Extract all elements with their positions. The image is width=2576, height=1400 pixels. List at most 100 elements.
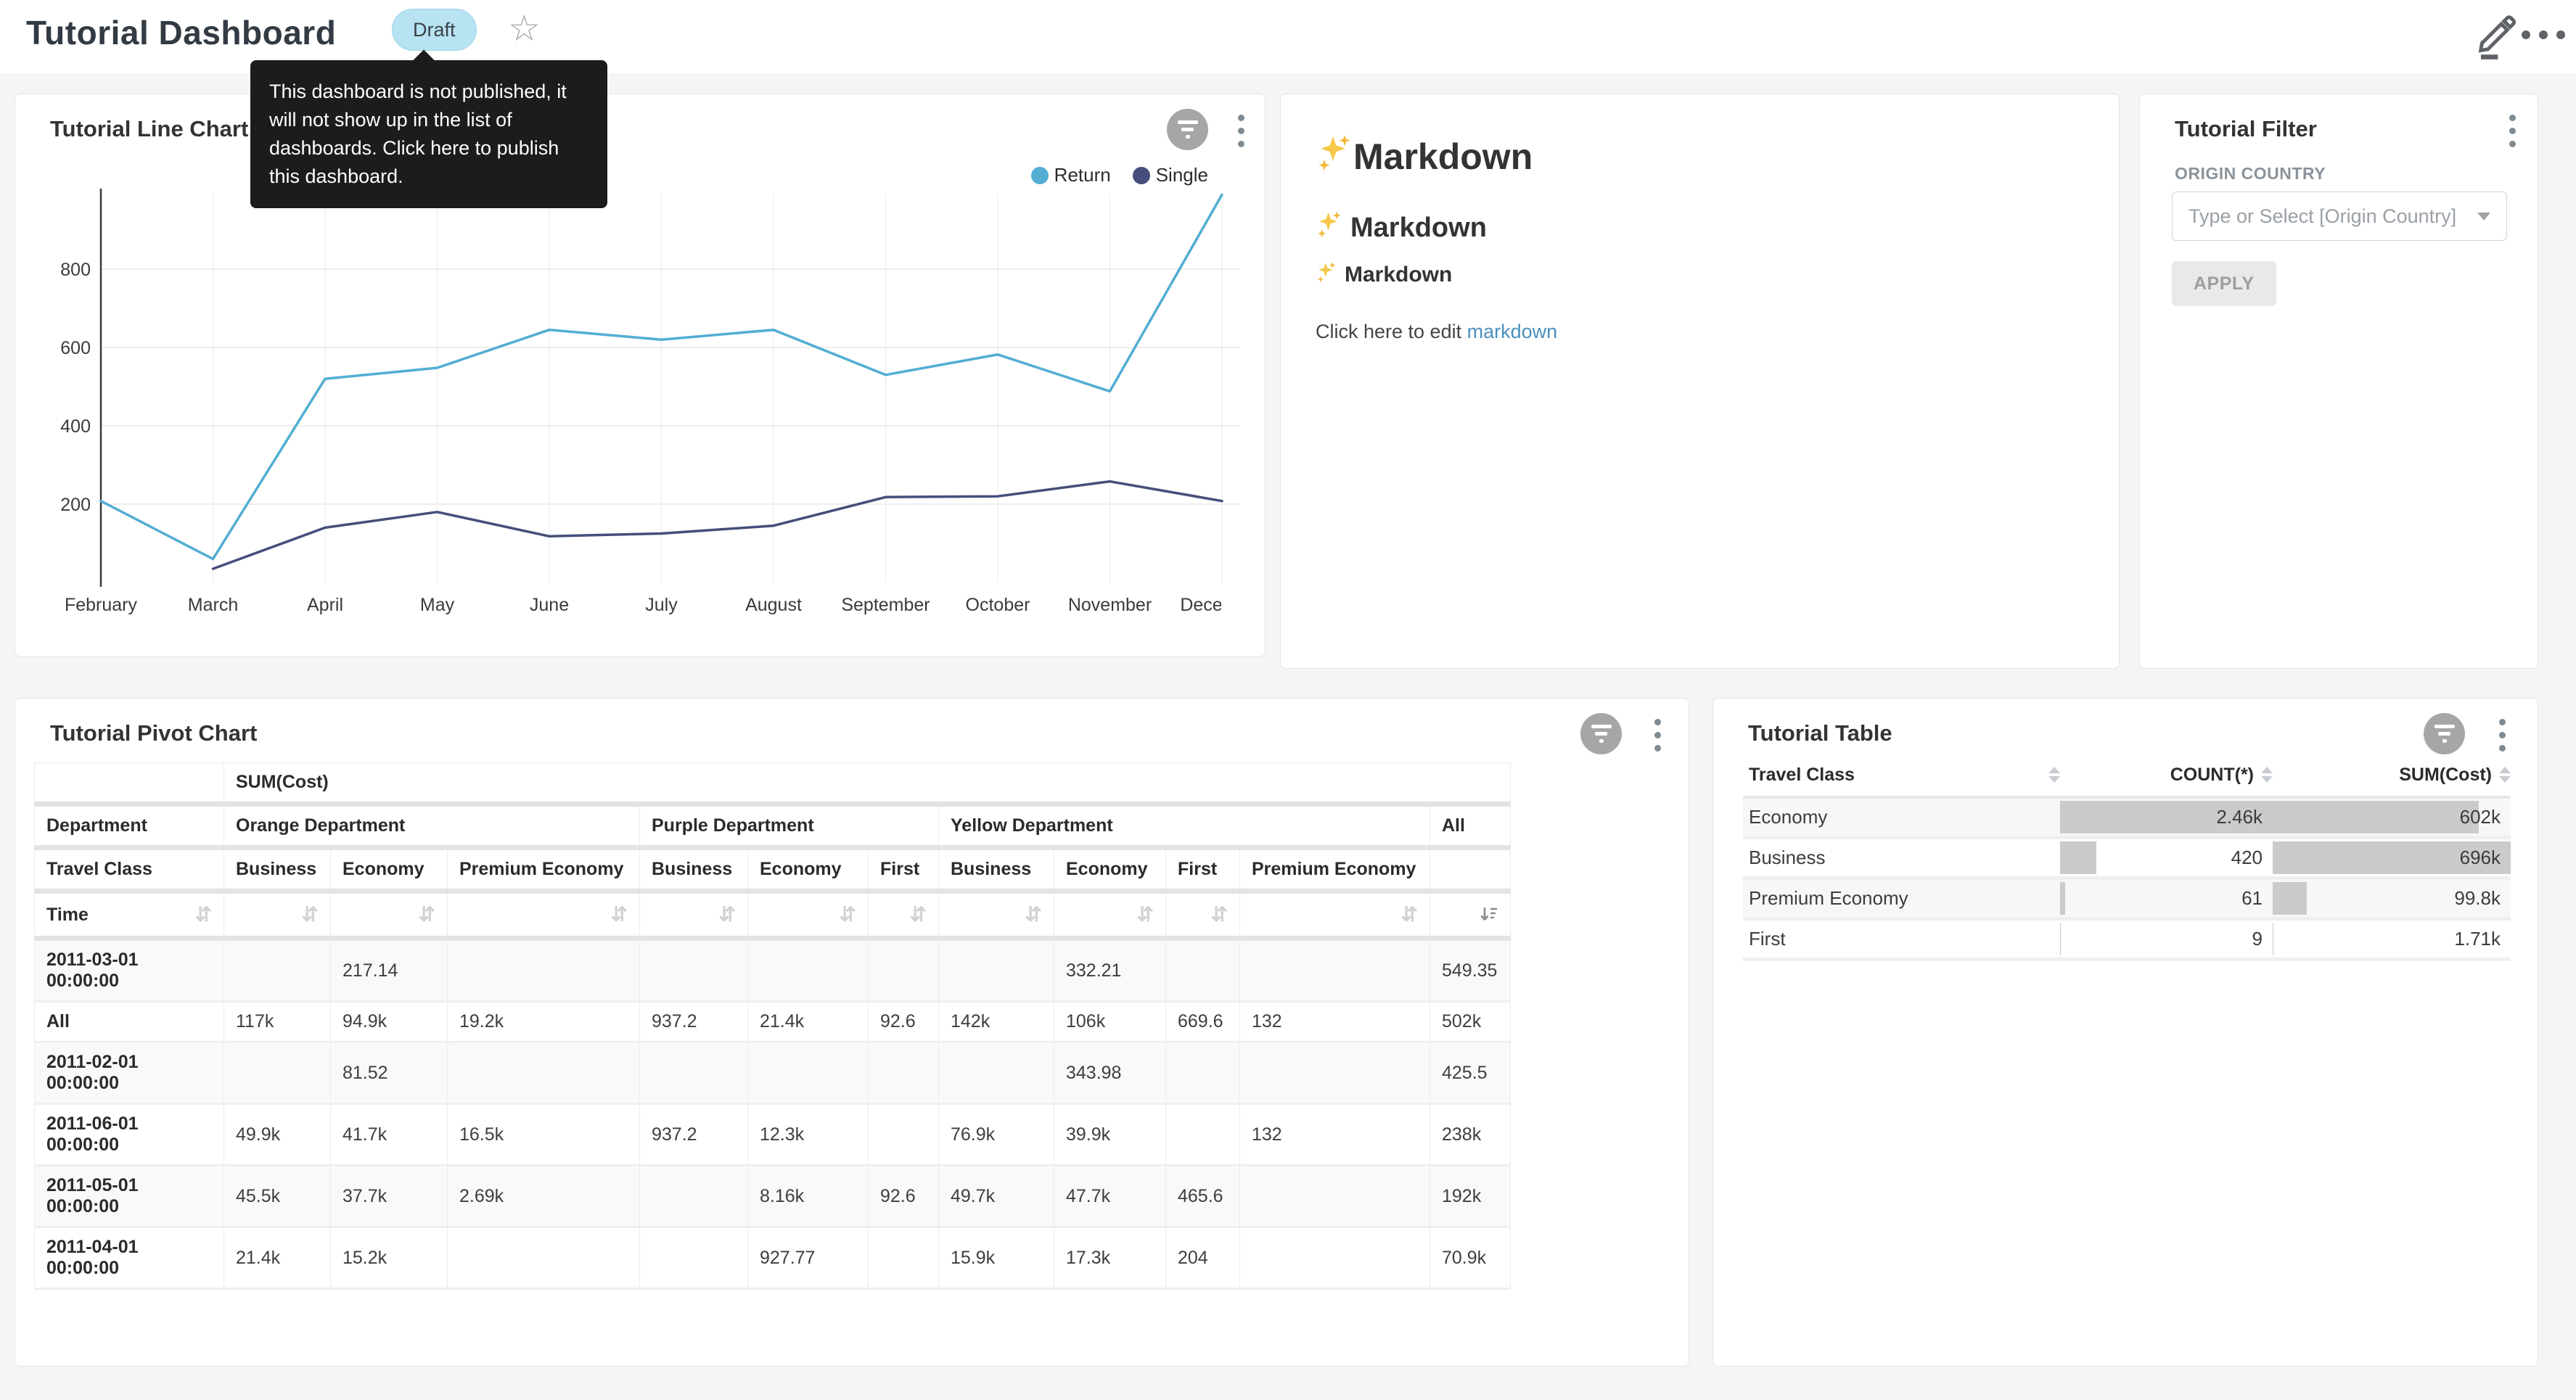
pivot-cell: 19.2k [448, 1002, 640, 1042]
origin-country-label: ORIGIN COUNTRY [2175, 164, 2326, 184]
pivot-cell: 927.77 [748, 1227, 869, 1289]
pivot-cell: 465.6 [1166, 1166, 1240, 1227]
pivot-cell: 15.9k [939, 1227, 1054, 1289]
travel-class-cell: Business [1743, 839, 2060, 876]
filter-card-title: Tutorial Filter [2175, 116, 2317, 142]
pivot-data-row: 2011-02-01 00:00:0081.52343.98425.5 [35, 1042, 1511, 1104]
sort-icon[interactable]: ⇵ [419, 905, 435, 925]
svg-text:March: March [188, 595, 238, 615]
pivot-chart-title: Tutorial Pivot Chart [50, 720, 257, 746]
pivot-cell: 94.9k [331, 1002, 448, 1042]
sum-bar [2273, 801, 2479, 833]
pivot-cell [640, 1166, 748, 1227]
pivot-data-row: All117k94.9k19.2k937.221.4k92.6142k106k6… [35, 1002, 1511, 1042]
sort-icon[interactable]: ⇵ [1137, 905, 1154, 925]
pivot-cell [640, 939, 748, 1002]
pivot-cell: 15.2k [331, 1227, 448, 1289]
sort-icon[interactable]: ⇵ [195, 905, 212, 925]
sort-icon[interactable]: ⇵ [840, 905, 856, 925]
pivot-row-label: All [35, 1002, 224, 1042]
chart-kebab-menu-icon[interactable] [1654, 719, 1661, 752]
pivot-cell: 937.2 [640, 1002, 748, 1042]
pivot-row-label: 2011-03-01 00:00:00 [35, 939, 224, 1002]
table-row: Business420696k [1743, 839, 2511, 880]
sort-icon[interactable]: ⇵ [302, 905, 319, 925]
pivot-cell: 502k [1430, 1002, 1511, 1042]
filter-kebab-menu-icon[interactable] [2509, 115, 2516, 147]
svg-text:July: July [645, 595, 678, 615]
column-header-sum-cost[interactable]: SUM(Cost) [2273, 765, 2511, 786]
pivot-department-row: DepartmentOrange DepartmentPurple Depart… [35, 804, 1511, 848]
sort-icon[interactable]: ⇵ [910, 905, 927, 925]
markdown-h1: Markdown [1316, 132, 1533, 181]
column-header-travel-class[interactable]: Travel Class [1743, 765, 2060, 786]
pivot-class-row: Travel ClassBusinessEconomyPremium Econo… [35, 848, 1511, 892]
chevron-down-icon [2477, 213, 2490, 221]
pivot-cell [869, 939, 939, 1002]
sort-desc-icon[interactable] [1480, 905, 1498, 925]
line-chart-plot: 200400600800FebruaryMarchAprilMayJuneJul… [15, 94, 1242, 642]
pivot-cell: 81.52 [331, 1042, 448, 1104]
pivot-cell: 16.5k [448, 1104, 640, 1166]
sort-icon[interactable]: ⇵ [1401, 905, 1418, 925]
unpublished-tooltip: This dashboard is not published, it will… [250, 60, 607, 208]
draft-badge[interactable]: Draft [392, 9, 477, 51]
pivot-cell: 70.9k [1430, 1227, 1511, 1289]
data-table: Travel ClassCOUNT(*)SUM(Cost)Economy2.46… [1743, 754, 2511, 961]
sort-icon[interactable]: ⇵ [1211, 905, 1228, 925]
pivot-cell [869, 1042, 939, 1104]
pivot-cell [1166, 1104, 1240, 1166]
pivot-cell: 549.35 [1430, 939, 1511, 1002]
pivot-cell: 425.5 [1430, 1042, 1511, 1104]
apply-button[interactable]: APPLY [2172, 261, 2276, 306]
pivot-row-label: 2011-04-01 00:00:00 [35, 1227, 224, 1289]
pivot-cell: 17.3k [1054, 1227, 1166, 1289]
pivot-data-row: 2011-06-01 00:00:0049.9k41.7k16.5k937.21… [35, 1104, 1511, 1166]
pivot-col-header: First [869, 848, 939, 892]
pivot-cell: 106k [1054, 1002, 1166, 1042]
dashboard-title: Tutorial Dashboard [26, 13, 336, 52]
pivot-corner-time: Time [46, 905, 89, 926]
pivot-cell: 41.7k [331, 1104, 448, 1166]
favorite-star-icon[interactable]: ☆ [508, 7, 541, 49]
pivot-cell [869, 1104, 939, 1166]
filter-scope-icon[interactable] [1580, 713, 1622, 754]
origin-country-select[interactable]: Type or Select [Origin Country] [2172, 192, 2507, 241]
pivot-chart-card: Tutorial Pivot Chart SUM(Cost)Department… [15, 698, 1689, 1367]
dashboard-page: { "colors": { "return": "#53ADD3", "sing… [0, 0, 2576, 1400]
sort-icon[interactable]: ⇵ [719, 905, 736, 925]
pivot-cell: 37.7k [331, 1166, 448, 1227]
column-sort-icon[interactable] [2499, 767, 2511, 783]
pivot-cell [1240, 1227, 1430, 1289]
column-header-count[interactable]: COUNT(*) [2060, 765, 2273, 786]
pivot-cell: 12.3k [748, 1104, 869, 1166]
markdown-h2: Markdown [1316, 209, 1487, 247]
pivot-cell: 49.7k [939, 1166, 1054, 1227]
count-cell: 2.46k [2060, 799, 2273, 836]
pivot-cell: 2.69k [448, 1166, 640, 1227]
markdown-edit-link[interactable]: markdown [1467, 321, 1558, 342]
pivot-table: SUM(Cost)DepartmentOrange DepartmentPurp… [34, 762, 1511, 1290]
pivot-cell [448, 1227, 640, 1289]
travel-class-cell: Premium Economy [1743, 880, 2060, 917]
pivot-row-label: 2011-05-01 00:00:00 [35, 1166, 224, 1227]
markdown-h3: Markdown [1316, 260, 1452, 290]
sort-icon[interactable]: ⇵ [1025, 905, 1042, 925]
count-cell: 61 [2060, 880, 2273, 917]
svg-text:September: September [841, 595, 930, 615]
filter-scope-icon[interactable] [2424, 713, 2465, 754]
pivot-cell: 132 [1240, 1104, 1430, 1166]
sort-icon[interactable]: ⇵ [611, 905, 628, 925]
chart-kebab-menu-icon[interactable] [2499, 719, 2506, 752]
more-options-icon[interactable] [2522, 30, 2565, 39]
column-sort-icon[interactable] [2048, 767, 2060, 783]
pivot-cell [640, 1227, 748, 1289]
column-sort-icon[interactable] [2261, 767, 2273, 783]
pivot-cell [448, 1042, 640, 1104]
sum-bar [2273, 882, 2307, 915]
svg-text:October: October [966, 595, 1030, 615]
table-card-title: Tutorial Table [1748, 720, 1892, 746]
edit-pencil-icon[interactable] [2473, 10, 2521, 62]
pivot-cell: 238k [1430, 1104, 1511, 1166]
pivot-group-header: Orange Department [224, 804, 640, 848]
